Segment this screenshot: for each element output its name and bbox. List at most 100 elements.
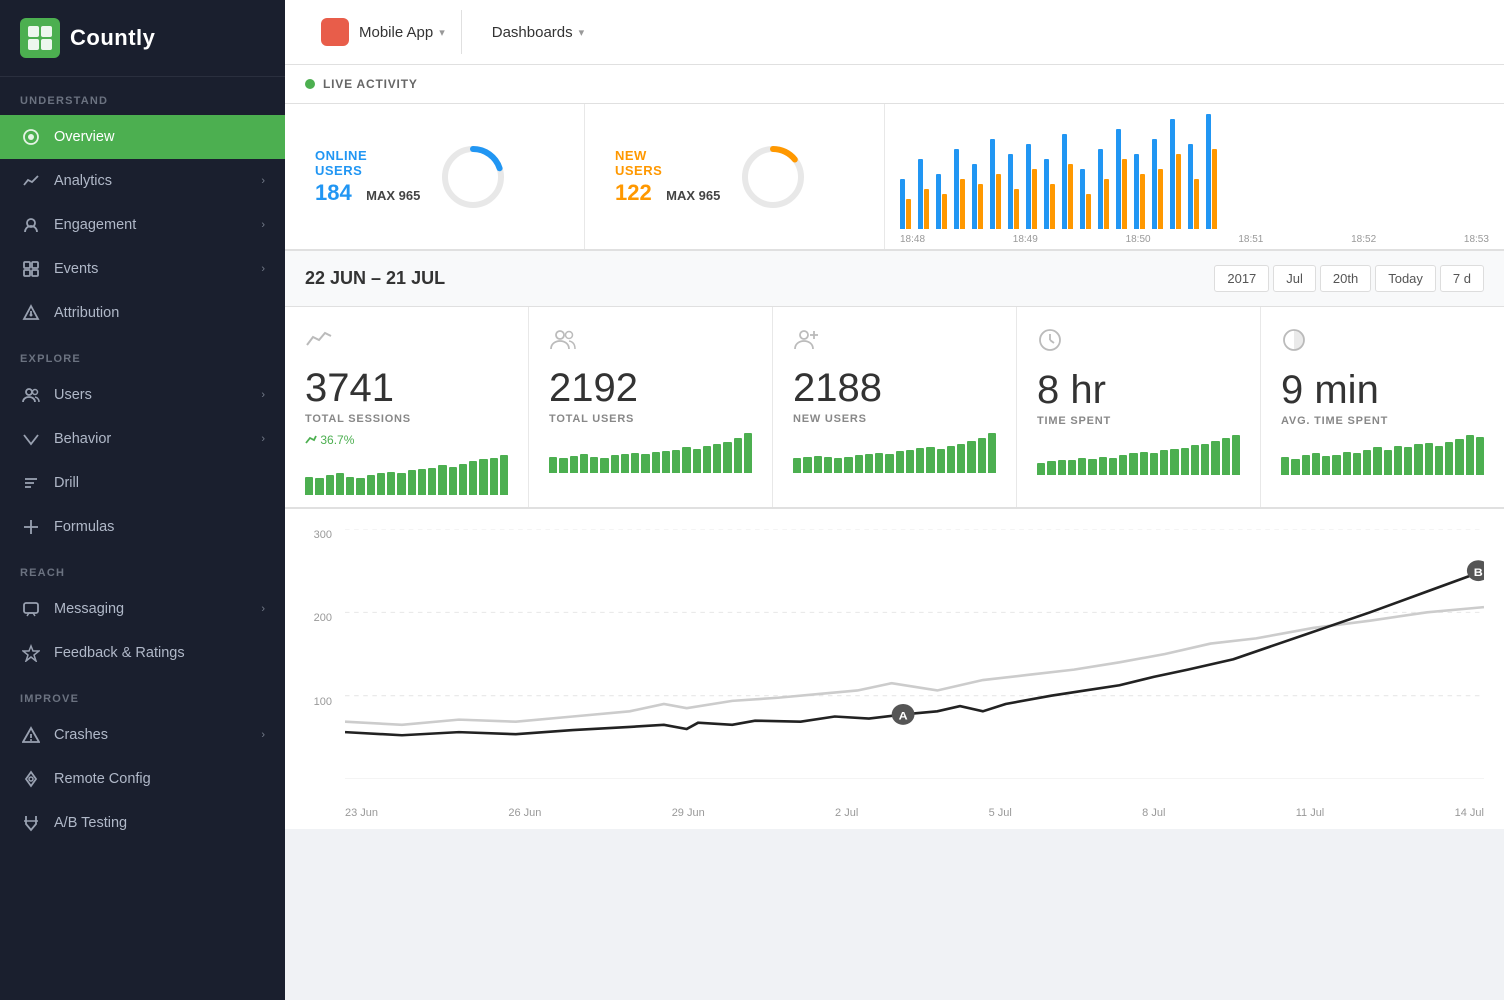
mini-bar-4 <box>1322 456 1330 475</box>
svg-text:A: A <box>899 709 908 722</box>
sidebar-item-drill[interactable]: Drill <box>0 461 285 505</box>
dashboards-label: Dashboards <box>492 24 573 41</box>
mini-bar-14 <box>1181 448 1189 475</box>
mini-bar-3 <box>336 473 344 495</box>
mini-bar-18 <box>734 438 742 473</box>
mini-bar-12 <box>916 448 924 473</box>
time-label-0: 18:48 <box>900 234 925 245</box>
mini-bar-11 <box>1150 453 1158 475</box>
lbar-orange-18 <box>1212 149 1217 229</box>
online-max: 184 MAX 965 <box>315 180 420 206</box>
mini-bar-19 <box>500 455 508 495</box>
sidebar-item-feedback[interactable]: Feedback & Ratings <box>0 631 285 675</box>
mini-bar-10 <box>1140 452 1148 475</box>
sidebar-item-overview[interactable]: Overview <box>0 115 285 159</box>
sidebar-item-behavior[interactable]: Behavior › <box>0 417 285 461</box>
avg-time-icon <box>1281 327 1307 360</box>
sidebar-item-crashes[interactable]: Crashes › <box>0 713 285 757</box>
lbar-blue-10 <box>1062 134 1067 229</box>
date-filter-buttons: 2017 Jul 20th Today 7 d <box>1214 265 1484 292</box>
analytics-icon <box>20 170 42 192</box>
new-users-mini-bars <box>793 433 996 473</box>
filter-today[interactable]: Today <box>1375 265 1436 292</box>
behavior-label: Behavior <box>54 431 261 447</box>
brand-name: Countly <box>70 25 155 51</box>
mini-bar-12 <box>672 450 680 473</box>
sidebar-item-ab-testing[interactable]: A/B Testing <box>0 801 285 845</box>
live-dot <box>305 79 315 89</box>
sidebar-item-formulas[interactable]: Formulas <box>0 505 285 549</box>
new-max-label: MAX 965 <box>666 188 720 203</box>
chart-x-labels: 23 Jun 26 Jun 29 Jun 2 Jul 5 Jul 8 Jul 1… <box>345 807 1484 819</box>
drill-icon <box>20 472 42 494</box>
time-label-4: 18:52 <box>1351 234 1376 245</box>
sessions-number: 3741 <box>305 366 394 411</box>
sidebar-item-messaging[interactable]: Messaging › <box>0 587 285 631</box>
users-label: Users <box>54 387 261 403</box>
lbar-orange-16 <box>1176 154 1181 229</box>
section-explore: EXPLORE <box>0 335 285 373</box>
filter-20th[interactable]: 20th <box>1320 265 1371 292</box>
crashes-chevron: › <box>261 729 265 741</box>
mini-bar-9 <box>1129 453 1137 475</box>
stat-card-avg-time: 9 min AVG. TIME SPENT <box>1261 307 1504 507</box>
live-bar-group-3 <box>936 174 947 229</box>
mini-bar-11 <box>662 451 670 473</box>
mini-bar-3 <box>824 457 832 473</box>
mini-bar-17 <box>723 442 731 473</box>
live-label: LIVE ACTIVITY <box>323 77 418 91</box>
lbar-orange-13 <box>1122 159 1127 229</box>
sidebar-item-events[interactable]: Events › <box>0 247 285 291</box>
mini-bar-3 <box>1068 460 1076 475</box>
formulas-icon <box>20 516 42 538</box>
mini-bar-18 <box>490 458 498 495</box>
engagement-label: Engagement <box>54 217 261 233</box>
mini-bar-19 <box>1232 435 1240 475</box>
x-label-14jul: 14 Jul <box>1455 807 1484 819</box>
drill-label: Drill <box>54 475 265 491</box>
live-card-online: ONLINEUSERS 184 MAX 965 <box>285 104 585 249</box>
mini-bar-5 <box>844 457 852 473</box>
sidebar-item-attribution[interactable]: Attribution <box>0 291 285 335</box>
crashes-icon <box>20 724 42 746</box>
mini-bar-9 <box>1373 447 1381 475</box>
mini-bar-0 <box>793 458 801 473</box>
new-users-title: NEWUSERS <box>615 148 720 178</box>
overview-label: Overview <box>54 129 265 145</box>
time-spent-label: TIME SPENT <box>1037 415 1111 427</box>
stat-card-new-users: 2188 NEW USERS <box>773 307 1017 507</box>
sidebar-item-engagement[interactable]: Engagement › <box>0 203 285 247</box>
live-bar-group-7 <box>1008 154 1019 229</box>
x-label-2jul: 2 Jul <box>835 807 858 819</box>
mini-bar-5 <box>1332 455 1340 475</box>
dashboards-nav[interactable]: Dashboards ▾ <box>472 16 604 49</box>
lbar-orange-15 <box>1158 169 1163 229</box>
mini-bar-2 <box>570 456 578 473</box>
feedback-icon <box>20 642 42 664</box>
total-users-label: TOTAL USERS <box>549 413 634 425</box>
app-selector[interactable]: Mobile App ▾ <box>305 10 462 54</box>
live-bar-group-17 <box>1188 144 1199 229</box>
x-label-29jun: 29 Jun <box>672 807 705 819</box>
mini-bar-12 <box>428 468 436 495</box>
sessions-mini-bars <box>305 455 508 495</box>
sidebar-item-users[interactable]: Users › <box>0 373 285 417</box>
filter-2017[interactable]: 2017 <box>1214 265 1269 292</box>
events-label: Events <box>54 261 261 277</box>
mini-bar-2 <box>814 456 822 473</box>
lbar-orange-12 <box>1104 179 1109 229</box>
mini-bar-8 <box>1119 455 1127 475</box>
live-bar-group-18 <box>1206 114 1217 229</box>
total-users-icon <box>549 327 577 358</box>
mini-bar-13 <box>682 447 690 473</box>
new-users-stat-icon <box>793 327 821 358</box>
live-bar-group-16 <box>1170 119 1181 229</box>
live-bar-group-10 <box>1062 134 1073 229</box>
sidebar-item-remote-config[interactable]: Remote Config <box>0 757 285 801</box>
lbar-blue-16 <box>1170 119 1175 229</box>
mini-bar-2 <box>1302 455 1310 475</box>
lbar-blue-11 <box>1080 169 1085 229</box>
filter-7d[interactable]: 7 d <box>1440 265 1484 292</box>
filter-jul[interactable]: Jul <box>1273 265 1316 292</box>
sidebar-item-analytics[interactable]: Analytics › <box>0 159 285 203</box>
